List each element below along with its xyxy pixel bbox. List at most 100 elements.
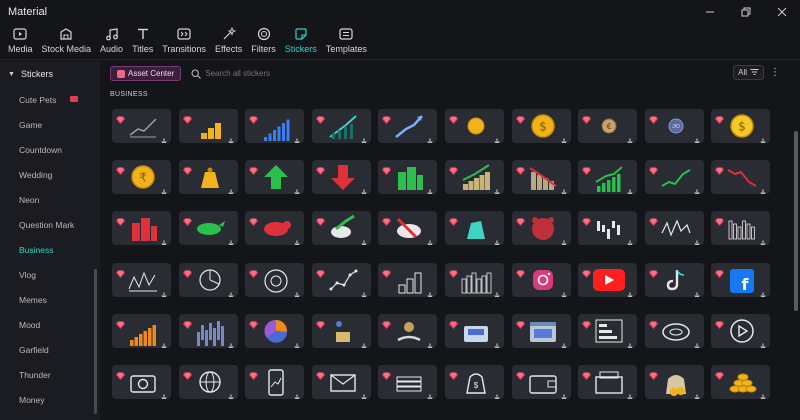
sidebar-item-cute-pets[interactable]: Cute Pets: [0, 87, 100, 112]
minimize-button[interactable]: [692, 0, 728, 24]
sidebar-item-money[interactable]: Money: [0, 387, 100, 412]
tab-stickers[interactable]: Stickers: [281, 25, 321, 59]
download-icon[interactable]: [293, 133, 301, 143]
sticker-card-money-bag-gold[interactable]: [644, 365, 704, 399]
sidebar-item-wedding[interactable]: Wedding: [0, 162, 100, 187]
download-icon[interactable]: [227, 338, 235, 348]
sticker-card-green-trend-line[interactable]: [644, 160, 704, 195]
download-icon[interactable]: [493, 287, 501, 297]
download-icon[interactable]: [227, 389, 235, 399]
sticker-card-browser-window[interactable]: [511, 313, 571, 348]
sticker-card-coin-hand[interactable]: [378, 313, 438, 348]
panel-scrollbar[interactable]: [794, 131, 798, 311]
download-icon[interactable]: [626, 389, 634, 399]
download-icon[interactable]: [560, 338, 568, 348]
sidebar-header[interactable]: ▼ Stickers: [0, 61, 100, 87]
sidebar-item-neon[interactable]: Neon: [0, 187, 100, 212]
sticker-card-dollar-coin[interactable]: $: [511, 109, 571, 143]
sticker-card-tiktok-logo[interactable]: [644, 262, 704, 297]
download-icon[interactable]: [360, 133, 368, 143]
sticker-card-teal-growth-chart[interactable]: [311, 109, 371, 143]
sticker-card-green-up-arrow[interactable]: [245, 160, 305, 195]
sidebar-item-garfield[interactable]: Garfield: [0, 337, 100, 362]
sticker-card-blue-arrow-chart[interactable]: [378, 109, 438, 143]
download-icon[interactable]: [360, 287, 368, 297]
restore-button[interactable]: [728, 0, 764, 24]
sticker-card-white-line-chart[interactable]: [644, 211, 704, 246]
sticker-card-green-bar-chart[interactable]: [578, 160, 638, 195]
sticker-card-money-delivery[interactable]: [311, 313, 371, 348]
download-icon[interactable]: [426, 235, 434, 246]
sticker-card-youtube-logo[interactable]: [578, 262, 638, 297]
download-icon[interactable]: [759, 133, 767, 143]
download-icon[interactable]: [227, 184, 235, 195]
sticker-card-coins-pile[interactable]: [711, 365, 771, 399]
sidebar-item-business[interactable]: Business: [0, 237, 100, 262]
sticker-card-globe[interactable]: [178, 365, 238, 399]
sticker-card-coin-stacks-down[interactable]: [511, 160, 571, 195]
sticker-card-gold-coins-chart[interactable]: [178, 109, 238, 143]
download-icon[interactable]: [426, 287, 434, 297]
download-icon[interactable]: [693, 133, 701, 143]
sticker-card-instagram-logo[interactable]: [511, 262, 571, 297]
download-icon[interactable]: [160, 184, 168, 195]
download-icon[interactable]: [293, 389, 301, 399]
sidebar-item-mood[interactable]: Mood: [0, 312, 100, 337]
download-icon[interactable]: [560, 133, 568, 143]
download-icon[interactable]: [293, 235, 301, 246]
sticker-card-dot-line-chart[interactable]: [311, 262, 371, 297]
download-icon[interactable]: [360, 235, 368, 246]
tab-filters[interactable]: Filters: [247, 25, 280, 59]
download-icon[interactable]: [426, 184, 434, 195]
tab-transitions[interactable]: Transitions: [158, 25, 210, 59]
download-icon[interactable]: [626, 287, 634, 297]
download-icon[interactable]: [426, 338, 434, 348]
sticker-card-city-bars[interactable]: [445, 262, 504, 297]
asset-center-button[interactable]: Asset Center: [110, 66, 182, 81]
download-icon[interactable]: [293, 287, 301, 297]
download-icon[interactable]: [759, 235, 767, 246]
download-icon[interactable]: [426, 389, 434, 399]
sticker-card-phone-chart[interactable]: [245, 365, 305, 399]
tab-stock-media[interactable]: Stock Media: [38, 25, 96, 59]
sticker-card-sketch-chart[interactable]: [112, 262, 171, 297]
sticker-card-teal-bull[interactable]: [445, 211, 504, 246]
download-icon[interactable]: [160, 287, 168, 297]
sticker-card-green-bull[interactable]: [178, 211, 238, 246]
sticker-card-red-buildings[interactable]: [112, 211, 171, 246]
tab-titles[interactable]: Titles: [128, 25, 157, 59]
sticker-card-orange-bars[interactable]: [112, 313, 171, 348]
download-icon[interactable]: [693, 338, 701, 348]
sticker-card-play-button[interactable]: [711, 313, 771, 348]
sticker-card-red-down-arrow[interactable]: [311, 160, 371, 195]
download-icon[interactable]: [493, 389, 501, 399]
sidebar-item-game[interactable]: Game: [0, 112, 100, 137]
download-icon[interactable]: [626, 133, 634, 143]
download-icon[interactable]: [626, 235, 634, 246]
close-button[interactable]: [764, 0, 800, 24]
download-icon[interactable]: [560, 287, 568, 297]
more-options-icon[interactable]: ⋮: [770, 67, 780, 78]
download-icon[interactable]: [759, 287, 767, 297]
sticker-card-stadium[interactable]: [644, 313, 704, 348]
sidebar-item-vlog[interactable]: Vlog: [0, 262, 100, 287]
sticker-card-cash-box[interactable]: [578, 365, 638, 399]
sticker-card-candlestick-chart[interactable]: [578, 211, 638, 246]
sidebar-item-thunder[interactable]: Thunder: [0, 362, 100, 387]
sticker-card-green-buildings[interactable]: [378, 160, 438, 195]
tab-audio[interactable]: Audio: [96, 25, 127, 59]
sidebar-item-memes[interactable]: Memes: [0, 287, 100, 312]
download-icon[interactable]: [227, 235, 235, 246]
download-icon[interactable]: [360, 338, 368, 348]
sticker-card-bull-arrow[interactable]: [311, 211, 371, 246]
sticker-card-euro-coin[interactable]: €: [578, 109, 638, 143]
sticker-card-gold-coin[interactable]: [445, 109, 504, 143]
sticker-card-dollar-coin-alt[interactable]: $: [711, 109, 771, 143]
download-icon[interactable]: [493, 338, 501, 348]
download-icon[interactable]: [160, 133, 168, 143]
sticker-card-coin-bag[interactable]: $: [445, 365, 504, 399]
download-icon[interactable]: [493, 184, 501, 195]
sticker-card-gold-coin-small[interactable]: JIO: [644, 109, 704, 143]
download-icon[interactable]: [227, 287, 235, 297]
filter-dropdown[interactable]: All: [733, 65, 764, 80]
